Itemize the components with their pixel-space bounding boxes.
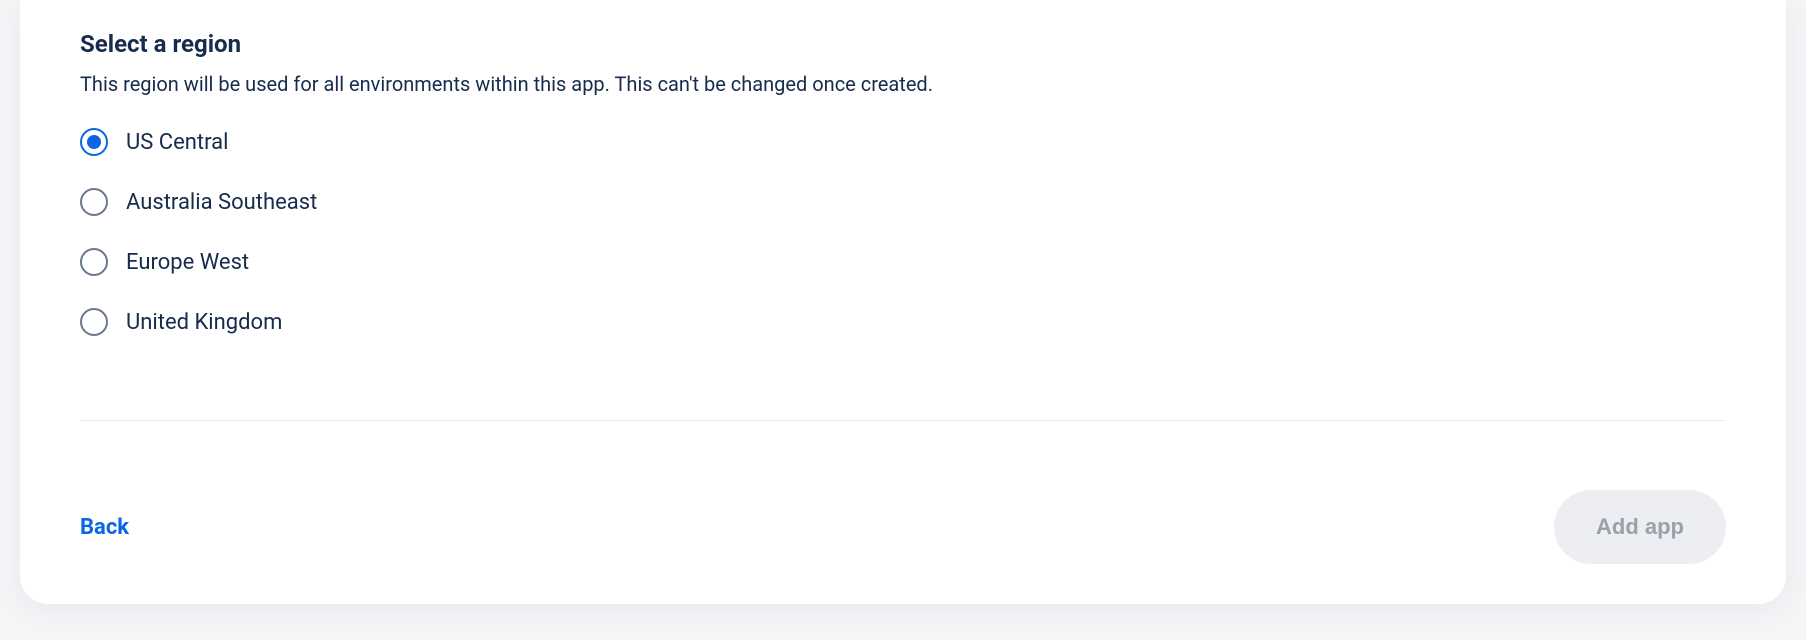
region-option-europe-west[interactable]: Europe West — [80, 248, 1726, 276]
radio-icon — [80, 128, 108, 156]
section-description: This region will be used for all environ… — [80, 72, 1726, 96]
radio-label: Australia Southeast — [126, 190, 317, 215]
region-radio-group: US Central Australia Southeast Europe We… — [80, 128, 1726, 336]
back-button[interactable]: Back — [80, 515, 129, 540]
region-option-us-central[interactable]: US Central — [80, 128, 1726, 156]
add-app-button[interactable]: Add app — [1554, 490, 1726, 564]
radio-label: US Central — [126, 130, 228, 155]
radio-icon — [80, 248, 108, 276]
region-option-australia-southeast[interactable]: Australia Southeast — [80, 188, 1726, 216]
radio-icon — [80, 188, 108, 216]
divider — [80, 420, 1726, 421]
form-card: Select a region This region will be used… — [20, 0, 1786, 604]
radio-label: Europe West — [126, 250, 249, 275]
radio-icon — [80, 308, 108, 336]
form-footer: Back Add app — [80, 490, 1726, 564]
region-option-united-kingdom[interactable]: United Kingdom — [80, 308, 1726, 336]
section-title: Select a region — [80, 30, 1726, 58]
radio-label: United Kingdom — [126, 310, 282, 335]
